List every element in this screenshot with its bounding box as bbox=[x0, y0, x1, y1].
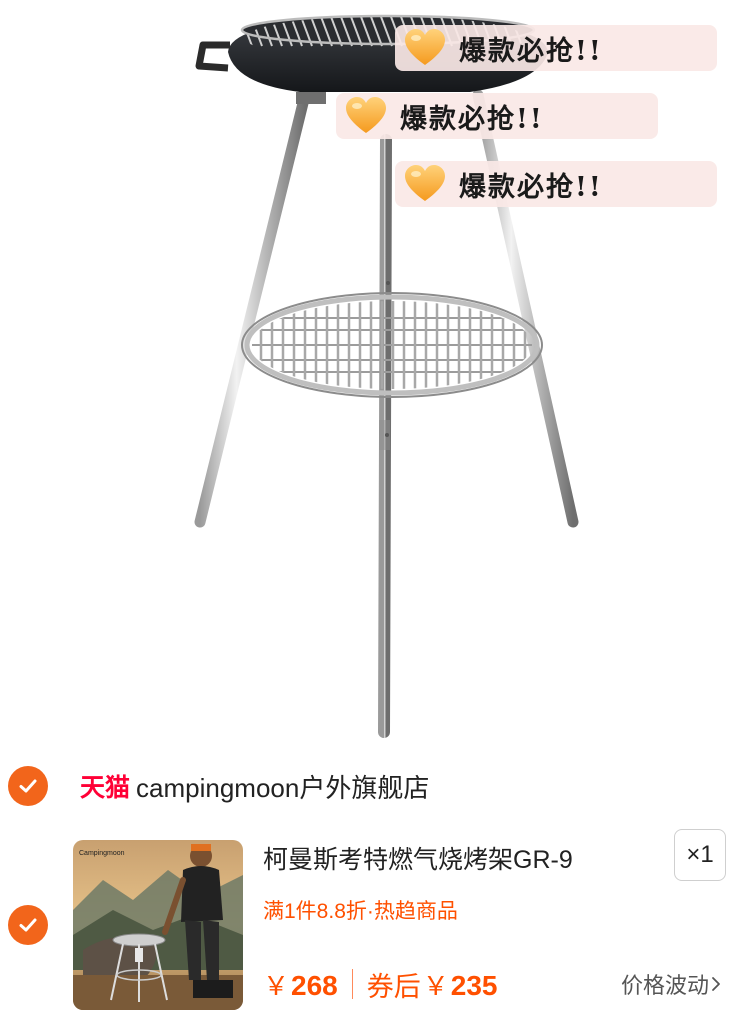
shop-header[interactable]: 天猫 campingmoon户外旗舰店 bbox=[80, 766, 429, 806]
promo-bubble: 爆款必抢!! bbox=[336, 93, 658, 139]
promo-bubble-text: 爆款必抢!! bbox=[459, 171, 603, 203]
promo-bubble: 爆款必抢!! bbox=[395, 161, 717, 207]
promo-bubble-text: 爆款必抢!! bbox=[459, 35, 603, 67]
promo-tag: 满1件8.8折·热趋商品 bbox=[263, 900, 458, 923]
price-row: ￥268 券后 ￥235 bbox=[263, 962, 497, 1006]
heart-icon bbox=[405, 165, 445, 201]
product-thumbnail[interactable]: Campingmoon bbox=[73, 840, 243, 1010]
heart-icon bbox=[405, 29, 445, 65]
price-fluctuation-label: 价格波动 bbox=[621, 973, 710, 998]
price: ￥268 bbox=[263, 966, 338, 1003]
promo-bubble-text: 爆款必抢!! bbox=[400, 103, 544, 135]
quantity-badge[interactable]: ×1 bbox=[674, 829, 726, 881]
thumbnail-photo: Campingmoon bbox=[73, 840, 243, 1010]
shop-select-checkbox[interactable] bbox=[8, 766, 48, 806]
promo-bubble: 爆款必抢!! bbox=[395, 25, 717, 71]
heart-icon bbox=[346, 97, 386, 133]
currency-symbol: ￥ bbox=[263, 970, 290, 1001]
shop-name[interactable]: campingmoon户外旗舰店 bbox=[136, 768, 429, 805]
coupon-label: 券后 bbox=[366, 971, 421, 1002]
checkmark-icon bbox=[19, 918, 37, 932]
item-select-checkbox[interactable] bbox=[8, 905, 48, 945]
coupon-price-value: 235 bbox=[450, 969, 498, 1001]
price-divider bbox=[351, 969, 353, 999]
price-value: 268 bbox=[291, 969, 338, 1001]
product-title[interactable]: 柯曼斯考特燃气烧烤架GR-9 bbox=[263, 840, 573, 876]
currency-symbol: ￥ bbox=[422, 970, 449, 1001]
coupon-price: ￥235 bbox=[423, 966, 498, 1003]
chevron-right-icon bbox=[712, 977, 720, 991]
tmall-logo: 天猫 bbox=[80, 773, 131, 802]
price-fluctuation-link[interactable]: 价格波动 bbox=[621, 968, 721, 1000]
thumbnail-brand: Campingmoon bbox=[79, 850, 125, 857]
checkmark-icon bbox=[19, 779, 37, 793]
